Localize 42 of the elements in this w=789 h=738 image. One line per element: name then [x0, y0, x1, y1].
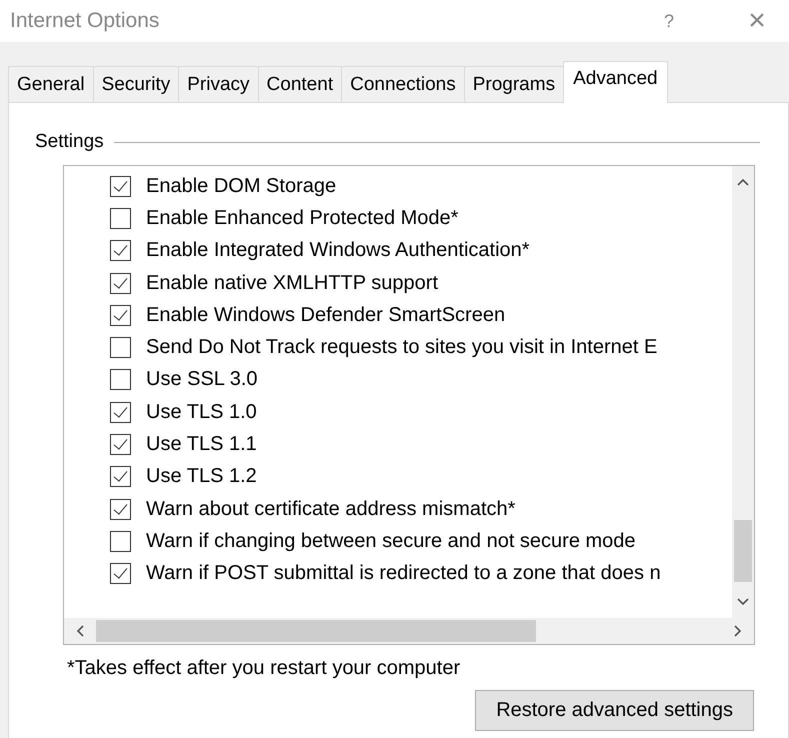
window-title: Internet Options [10, 9, 160, 33]
tab[interactable]: General [8, 66, 94, 102]
checkbox[interactable] [110, 369, 131, 390]
setting-label: Enable native XMLHTTP support [146, 272, 438, 295]
checkbox[interactable] [110, 176, 131, 197]
setting-label: Use TLS 1.0 [146, 400, 257, 424]
checkbox[interactable] [110, 402, 131, 423]
scroll-down-icon[interactable] [737, 598, 749, 606]
checkbox[interactable] [110, 563, 131, 584]
footnote: *Takes effect after you restart your computer [67, 657, 462, 680]
close-button[interactable]: × [737, 4, 777, 38]
scrollbar-thumb[interactable] [96, 620, 536, 642]
setting-label: Enable Windows Defender SmartScreen [146, 304, 506, 327]
scroll-up-icon[interactable] [737, 178, 749, 186]
checkbox[interactable] [110, 530, 131, 552]
checkbox[interactable] [110, 208, 131, 229]
checkbox[interactable] [110, 498, 131, 520]
restore-button[interactable]: Restore advanced settings [475, 690, 754, 731]
group-title: Settings [35, 131, 104, 153]
setting-label: Enable Integrated Windows Authentication* [146, 239, 530, 262]
scroll-left-icon[interactable] [76, 625, 84, 637]
checkbox[interactable] [110, 240, 131, 262]
checkbox[interactable] [110, 272, 131, 294]
vertical-scrollbar[interactable] [732, 166, 754, 618]
setting-label: Send Do Not Track requests to sites you visit in Internet E [146, 336, 658, 360]
checkbox[interactable] [110, 434, 131, 456]
setting-label: Warn if changing between secure and not secure mode [146, 530, 636, 553]
checkbox[interactable] [110, 304, 131, 326]
checkbox[interactable] [110, 337, 131, 358]
scroll-right-icon[interactable] [734, 625, 742, 637]
setting-label: Warn if POST submittal is redirected to a zone that does n [146, 562, 661, 586]
setting-label: Enable DOM Storage [146, 174, 336, 198]
setting-label: Enable Enhanced Protected Mode* [146, 206, 458, 230]
setting-label: Use TLS 1.2 [146, 465, 257, 488]
horizontal-scrollbar[interactable] [64, 618, 754, 644]
scrollbar-thumb[interactable] [734, 520, 752, 582]
checkbox[interactable] [110, 466, 131, 488]
setting-label: Use TLS 1.1 [146, 433, 257, 456]
tab[interactable]: Advanced [563, 61, 668, 103]
setting-label: Warn about certificate address mismatch* [146, 498, 516, 521]
setting-label: Use SSL 3.0 [146, 368, 258, 392]
help-button[interactable]: ? [649, 4, 689, 38]
